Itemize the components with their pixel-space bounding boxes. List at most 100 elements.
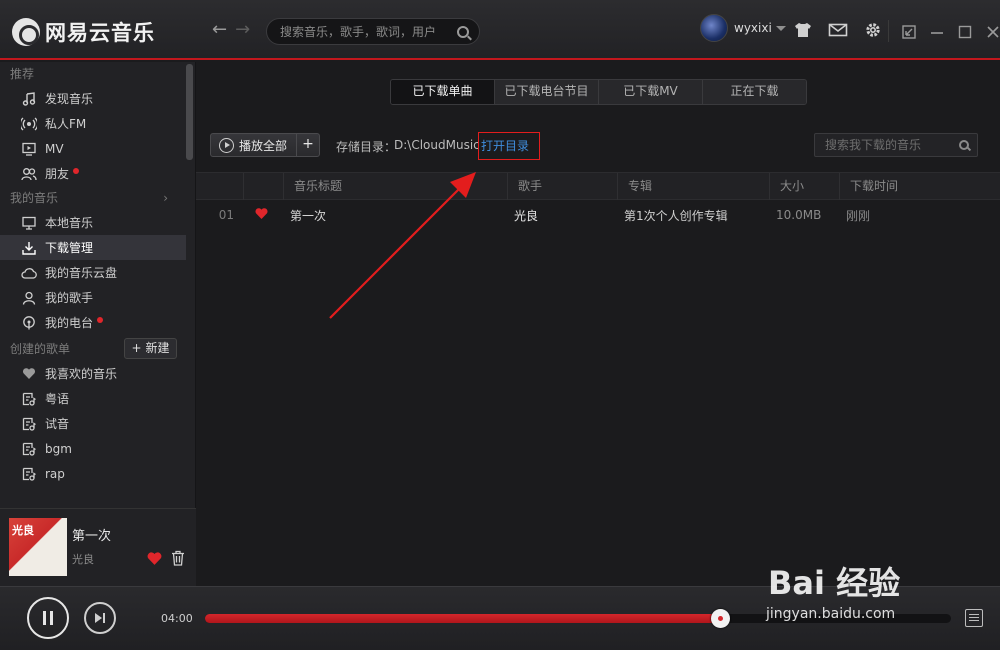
song-artist[interactable]: 光良 <box>504 207 614 224</box>
mail-icon[interactable] <box>827 20 849 40</box>
global-search-input[interactable] <box>280 24 457 39</box>
player-bar: 04:00 <box>0 586 1000 650</box>
sidebar-item-playlist[interactable]: 试音 <box>0 411 186 436</box>
avatar[interactable] <box>700 14 728 42</box>
tab-downloaded-radio[interactable]: 已下载电台节目 <box>495 80 599 104</box>
app-logo[interactable]: 网易云音乐 <box>12 17 155 47</box>
friends-icon <box>20 166 38 182</box>
minimize-icon[interactable] <box>928 22 946 42</box>
now-playing[interactable]: 第一次 光良 <box>0 508 196 586</box>
notification-dot <box>97 316 104 323</box>
like-heart-icon[interactable] <box>240 207 280 223</box>
sidebar-item-local-music[interactable]: 本地音乐 <box>0 210 186 235</box>
column-header-index <box>196 173 244 200</box>
sidebar-item-label: 发现音乐 <box>45 92 94 106</box>
new-playlist-button[interactable]: + 新建 <box>124 338 177 359</box>
section-title: 推荐 <box>10 67 35 81</box>
sidebar-item-singers[interactable]: 我的歌手 <box>0 285 186 310</box>
netease-logo-icon <box>12 18 40 46</box>
column-header-like <box>244 173 284 200</box>
chevron-down-icon[interactable] <box>775 25 786 31</box>
sidebar-item-label: 粤语 <box>45 392 70 406</box>
sidebar-item-playlist[interactable]: rap <box>0 461 186 486</box>
song-download-time: 刚刚 <box>846 208 871 223</box>
main-panel: 已下载单曲 已下载电台节目 已下载MV 正在下载 播放全部 + 存储目录： D:… <box>196 62 1000 586</box>
song-title[interactable]: 第一次 <box>280 207 504 224</box>
sidebar-item-downloads[interactable]: 下载管理 <box>0 235 186 260</box>
close-icon[interactable] <box>984 22 1000 42</box>
notification-dot <box>73 167 80 174</box>
username[interactable]: wyxixi <box>734 21 772 35</box>
column-header-artist[interactable]: 歌手 <box>508 173 618 200</box>
sidebar-scrollbar[interactable] <box>186 64 193 160</box>
section-title: 我的音乐 <box>10 191 59 205</box>
sidebar-item-liked-music[interactable]: 我喜欢的音乐 <box>0 361 186 386</box>
sidebar-scroll[interactable]: 推荐 发现音乐 私人FM MV 朋友 我的音乐 › 本地音乐 下载管理 我的音乐… <box>0 62 186 508</box>
next-icon <box>95 613 105 623</box>
now-playing-title[interactable]: 第一次 <box>72 525 111 544</box>
now-playing-artist[interactable]: 光良 <box>72 551 94 567</box>
play-all-button[interactable]: 播放全部 <box>211 134 297 156</box>
header-tools <box>792 20 884 40</box>
tab-downloaded-songs[interactable]: 已下载单曲 <box>391 80 495 104</box>
row-index: 01 <box>218 208 234 222</box>
section-my-music[interactable]: 我的音乐 › <box>0 186 186 210</box>
play-all-label: 播放全部 <box>239 138 288 153</box>
lyrics-icon[interactable] <box>965 609 983 627</box>
add-to-playlist-button[interactable]: + <box>297 134 319 156</box>
sidebar-item-label: 私人FM <box>45 117 87 131</box>
tab-downloading[interactable]: 正在下载 <box>703 80 806 104</box>
sidebar-item-fm[interactable]: 私人FM <box>0 111 186 136</box>
sidebar-item-discover[interactable]: 发现音乐 <box>0 86 186 111</box>
song-size: 10.0MB <box>776 208 822 222</box>
sidebar-item-label: 朋友 <box>45 167 70 181</box>
chevron-right-icon[interactable]: › <box>163 186 168 210</box>
forward-arrow-icon[interactable]: → <box>235 19 250 40</box>
sidebar-item-playlist[interactable]: bgm <box>0 436 186 461</box>
table-row[interactable]: 01 第一次 光良 第1次个人创作专辑 10.0MB 刚刚 <box>196 200 1000 230</box>
mini-mode-icon[interactable] <box>900 22 918 42</box>
column-header-title[interactable]: 音乐标题 <box>284 173 508 200</box>
like-heart-icon[interactable] <box>146 551 163 569</box>
play-all-group: 播放全部 + <box>210 133 320 157</box>
current-time: 04:00 <box>161 612 193 625</box>
maximize-icon[interactable] <box>956 22 974 42</box>
trash-icon[interactable] <box>171 550 185 569</box>
download-search-input[interactable] <box>825 138 959 152</box>
station-icon <box>20 315 38 331</box>
sidebar-item-station[interactable]: 我的电台 <box>0 310 186 335</box>
next-track-button[interactable] <box>84 602 116 634</box>
sidebar: 推荐 发现音乐 私人FM MV 朋友 我的音乐 › 本地音乐 下载管理 我的音乐… <box>0 62 196 586</box>
radio-icon <box>20 116 38 132</box>
playlist-icon <box>20 416 38 432</box>
pause-button[interactable] <box>27 597 69 639</box>
user-menu[interactable]: wyxixi <box>700 14 786 42</box>
sidebar-item-mv[interactable]: MV <box>0 136 186 161</box>
column-header-size[interactable]: 大小 <box>770 173 840 200</box>
window-controls <box>900 22 1000 42</box>
gear-icon[interactable] <box>862 20 884 40</box>
sidebar-item-playlist[interactable]: 粤语 <box>0 386 186 411</box>
tab-downloaded-mv[interactable]: 已下载MV <box>599 80 703 104</box>
pause-bar <box>43 611 46 625</box>
download-toolbar: 播放全部 + 存储目录： D:\CloudMusic 打开目录 <box>210 132 986 160</box>
sidebar-item-label: 试音 <box>45 417 70 431</box>
column-header-album[interactable]: 专辑 <box>618 173 770 200</box>
sidebar-item-cloud-drive[interactable]: 我的音乐云盘 <box>0 260 186 285</box>
progress-fill <box>205 614 720 623</box>
progress-bar[interactable] <box>205 609 951 628</box>
sidebar-item-label: 我的歌手 <box>45 291 94 305</box>
search-icon[interactable] <box>457 25 469 38</box>
back-arrow-icon[interactable]: ← <box>212 19 227 40</box>
open-directory-link[interactable]: 打开目录 <box>478 132 540 160</box>
sidebar-item-label: 下载管理 <box>45 241 94 255</box>
song-album[interactable]: 第1次个人创作专辑 <box>614 207 766 224</box>
album-cover[interactable] <box>9 518 67 576</box>
sidebar-item-friends[interactable]: 朋友 <box>0 161 186 186</box>
progress-thumb[interactable] <box>710 609 730 628</box>
search-icon[interactable] <box>959 140 969 150</box>
section-created-playlists: 创建的歌单 + 新建 <box>0 337 186 361</box>
playlist-icon <box>20 466 38 482</box>
column-header-download-time[interactable]: 下载时间 <box>840 173 1000 200</box>
skin-shirt-icon[interactable] <box>792 20 814 40</box>
